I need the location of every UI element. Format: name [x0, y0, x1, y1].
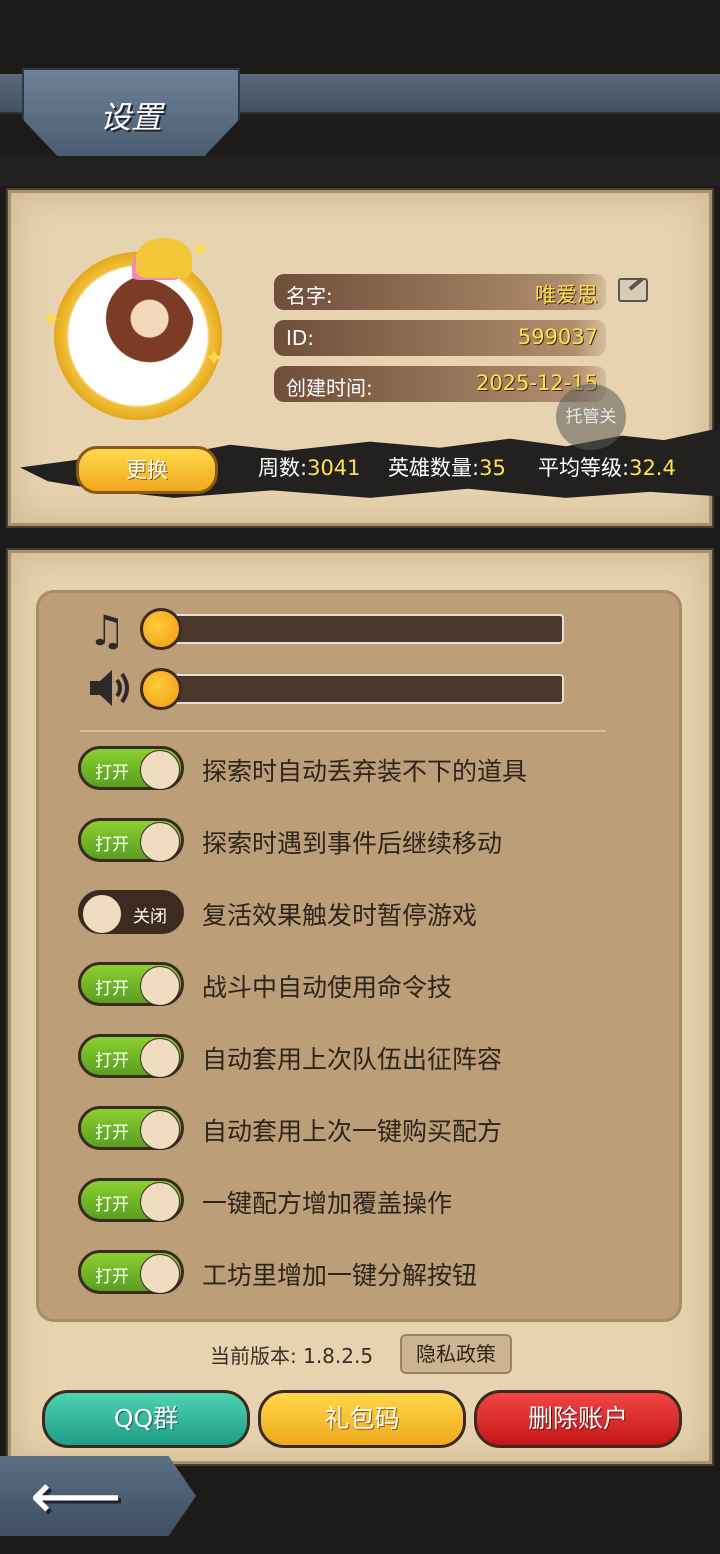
edit-name-icon[interactable] — [618, 278, 648, 302]
change-avatar-button[interactable]: 更换 — [76, 446, 218, 494]
toggle-reuse-team-lineup[interactable]: 打开 — [78, 1034, 184, 1078]
music-volume-handle[interactable] — [140, 608, 182, 650]
id-row: ID: 599037 — [274, 320, 606, 356]
sound-volume-slider[interactable] — [150, 674, 564, 704]
id-label: ID: — [286, 326, 315, 350]
avatar-hat-decoration — [136, 238, 192, 278]
star-icon: ✦ — [204, 344, 225, 372]
id-value: 599037 — [517, 325, 598, 349]
name-value: 唯爱思 — [535, 283, 598, 307]
gift-code-button[interactable]: 礼包码 — [258, 1390, 466, 1448]
delete-account-button[interactable]: 删除账户 — [474, 1390, 682, 1448]
option-label-reuse-purchase-recipe: 自动套用上次一键购买配方 — [202, 1117, 503, 1146]
header-band — [0, 156, 720, 186]
avg-level-stat: 平均等级:32.4 — [538, 456, 676, 480]
option-label-auto-command-skill: 战斗中自动使用命令技 — [202, 973, 453, 1002]
option-label-reuse-team-lineup: 自动套用上次队伍出征阵容 — [202, 1045, 503, 1074]
divider — [80, 730, 606, 732]
qq-group-button[interactable]: QQ群 — [42, 1390, 250, 1448]
back-arrow-icon: ⟵ — [30, 1460, 122, 1534]
music-volume-slider[interactable] — [150, 614, 564, 644]
toggle-recipe-overwrite[interactable]: 打开 — [78, 1178, 184, 1222]
music-note-icon: ♫ — [88, 606, 126, 655]
star-icon: ✦ — [190, 236, 211, 264]
toggle-auto-command-skill[interactable]: 打开 — [78, 962, 184, 1006]
weeks-stat: 周数:3041 — [258, 456, 361, 480]
privacy-policy-button[interactable]: 隐私政策 — [400, 1334, 512, 1374]
option-label-continue-after-event: 探索时遇到事件后继续移动 — [202, 829, 503, 858]
speaker-icon — [90, 670, 129, 706]
name-row: 名字: 唯爱思 — [274, 274, 606, 310]
star-icon: ✦ — [40, 306, 61, 334]
toggle-workshop-disassemble[interactable]: 打开 — [78, 1250, 184, 1294]
toggle-pause-on-revive[interactable]: 关闭 — [78, 890, 184, 934]
name-label: 名字: — [286, 284, 333, 308]
option-label-auto-discard: 探索时自动丢弃装不下的道具 — [202, 757, 528, 786]
option-label-workshop-disassemble: 工坊里增加一键分解按钮 — [202, 1261, 478, 1290]
toggle-reuse-purchase-recipe[interactable]: 打开 — [78, 1106, 184, 1150]
heroes-stat: 英雄数量:35 — [388, 456, 506, 480]
sound-volume-handle[interactable] — [140, 668, 182, 710]
option-label-pause-on-revive: 复活效果触发时暂停游戏 — [202, 901, 478, 930]
avatar[interactable] — [80, 278, 196, 394]
created-row: 创建时间: 2025-12-15 — [274, 366, 606, 402]
version-text: 当前版本: 1.8.2.5 — [210, 1344, 374, 1368]
toggle-auto-discard[interactable]: 打开 — [78, 746, 184, 790]
option-label-recipe-overwrite: 一键配方增加覆盖操作 — [202, 1189, 453, 1218]
toggle-continue-after-event[interactable]: 打开 — [78, 818, 184, 862]
page-title: 设置 — [100, 100, 162, 136]
created-label: 创建时间: — [286, 376, 373, 400]
trust-toggle-button[interactable]: 托管关 — [556, 384, 626, 450]
